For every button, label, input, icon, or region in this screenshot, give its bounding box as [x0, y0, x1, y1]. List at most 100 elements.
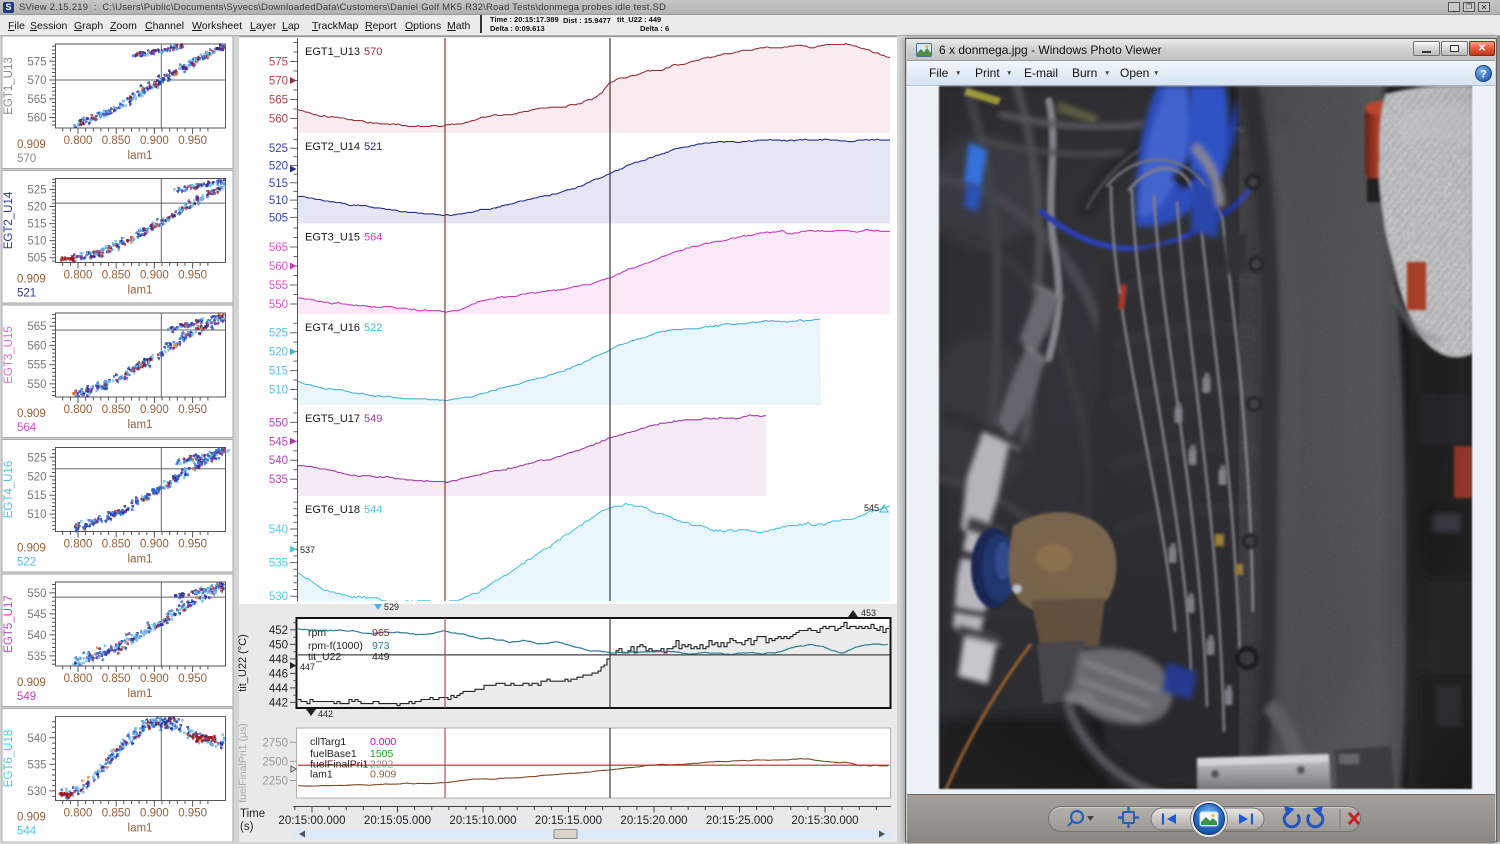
svg-text:505: 505: [269, 212, 288, 224]
svg-text:442: 442: [318, 709, 333, 719]
svg-text:535: 535: [269, 474, 288, 486]
svg-text:cllTarg1: cllTarg1: [310, 736, 346, 748]
svg-text:2750: 2750: [262, 737, 288, 749]
svg-text:529: 529: [384, 602, 399, 612]
svg-text:0.900: 0.900: [140, 135, 169, 147]
svg-text:565: 565: [269, 242, 288, 254]
svg-text:564: 564: [364, 232, 382, 244]
svg-text:525: 525: [269, 143, 288, 155]
svg-text:EGT2_U14: EGT2_U14: [305, 141, 360, 153]
svg-text:EGT4_U16: EGT4_U16: [305, 322, 360, 334]
svg-text:20:15:20.000: 20:15:20.000: [620, 815, 687, 827]
svg-text:560: 560: [27, 113, 46, 125]
svg-text:0.900: 0.900: [140, 270, 169, 282]
svg-text:537: 537: [300, 545, 315, 555]
svg-text:540: 540: [269, 524, 288, 536]
svg-text:tit_U22 (°C): tit_U22 (°C): [237, 634, 249, 692]
svg-text:20:15:00.000: 20:15:00.000: [278, 815, 345, 827]
svg-text:515: 515: [27, 490, 46, 502]
svg-text:0.909: 0.909: [17, 543, 46, 555]
svg-text:?: ?: [1480, 69, 1487, 81]
svg-text:515: 515: [269, 178, 288, 190]
svg-text:575: 575: [269, 57, 288, 69]
svg-text:0.909: 0.909: [17, 408, 46, 420]
svg-text:(s): (s): [240, 821, 254, 833]
svg-text:0.800: 0.800: [64, 539, 93, 551]
svg-text:560: 560: [269, 261, 288, 273]
svg-text:535: 535: [27, 759, 46, 771]
svg-text:505: 505: [27, 253, 46, 265]
svg-text:EGT4_U16: EGT4_U16: [3, 461, 15, 519]
svg-text:EGT3_U15: EGT3_U15: [305, 232, 360, 244]
svg-text:EGT1_U13: EGT1_U13: [3, 57, 15, 115]
svg-text:545: 545: [269, 436, 288, 448]
svg-text:0.800: 0.800: [64, 135, 93, 147]
svg-text:545: 545: [864, 503, 879, 513]
svg-text:0.950: 0.950: [178, 404, 207, 416]
svg-text:Time: Time: [240, 808, 265, 820]
svg-text:525: 525: [269, 328, 288, 340]
svg-text:530: 530: [27, 786, 46, 798]
svg-text:520: 520: [27, 202, 46, 214]
svg-text:0.909: 0.909: [17, 677, 46, 689]
svg-text:EGT6_U18: EGT6_U18: [305, 504, 360, 516]
svg-text:lam1: lam1: [128, 688, 153, 700]
svg-text:565: 565: [27, 94, 46, 106]
svg-text:564: 564: [17, 422, 37, 434]
svg-text:570: 570: [269, 76, 288, 88]
svg-text:540: 540: [269, 455, 288, 467]
svg-text:520: 520: [27, 471, 46, 483]
svg-text:550: 550: [27, 588, 46, 600]
svg-text:452: 452: [269, 625, 288, 637]
svg-text:530: 530: [269, 591, 288, 603]
svg-text:535: 535: [27, 651, 46, 663]
svg-text:570: 570: [364, 46, 382, 58]
svg-text:0.950: 0.950: [178, 539, 207, 551]
svg-text:20:15:05.000: 20:15:05.000: [364, 815, 431, 827]
svg-text:0.850: 0.850: [102, 404, 131, 416]
svg-text:515: 515: [269, 366, 288, 378]
svg-text:545: 545: [27, 609, 46, 621]
svg-text:lam1: lam1: [128, 554, 153, 566]
svg-text:510: 510: [269, 195, 288, 207]
svg-text:EGT3_U15: EGT3_U15: [3, 326, 15, 384]
svg-text:525: 525: [27, 184, 46, 196]
svg-text:0.850: 0.850: [102, 673, 131, 685]
svg-text:0.909: 0.909: [370, 769, 396, 781]
svg-text:0.850: 0.850: [102, 808, 131, 820]
svg-text:0.000: 0.000: [370, 736, 396, 748]
svg-text:570: 570: [27, 75, 46, 87]
svg-text:2250: 2250: [262, 776, 288, 788]
svg-text:555: 555: [27, 360, 46, 372]
svg-text:0.800: 0.800: [64, 673, 93, 685]
svg-text:0.850: 0.850: [102, 270, 131, 282]
svg-text:fuelFinalPri1 (µs): fuelFinalPri1 (µs): [237, 723, 249, 803]
svg-text:0.909: 0.909: [17, 812, 46, 824]
svg-text:447: 447: [300, 662, 315, 672]
svg-text:550: 550: [269, 417, 288, 429]
svg-text:540: 540: [27, 733, 46, 745]
svg-text:444: 444: [269, 683, 289, 695]
svg-text:lam1: lam1: [310, 769, 333, 781]
svg-text:0.950: 0.950: [178, 808, 207, 820]
svg-text:0.800: 0.800: [64, 808, 93, 820]
svg-text:525: 525: [27, 452, 46, 464]
svg-text:449: 449: [372, 651, 390, 663]
svg-text:544: 544: [17, 826, 37, 838]
svg-text:535: 535: [269, 558, 288, 570]
svg-text:lam1: lam1: [128, 823, 153, 835]
svg-text:EGT5_U17: EGT5_U17: [3, 595, 15, 653]
svg-text:EGT2_U14: EGT2_U14: [3, 191, 15, 249]
svg-text:EGT6_U18: EGT6_U18: [3, 730, 15, 788]
svg-text:0.800: 0.800: [64, 404, 93, 416]
svg-text:0.950: 0.950: [178, 135, 207, 147]
svg-text:0.909: 0.909: [17, 139, 46, 151]
svg-text:565: 565: [269, 95, 288, 107]
svg-text:560: 560: [269, 114, 288, 126]
svg-text:520: 520: [269, 347, 288, 359]
svg-text:0.900: 0.900: [140, 404, 169, 416]
svg-text:lam1: lam1: [128, 150, 153, 162]
svg-text:560: 560: [27, 340, 46, 352]
svg-text:EGT5_U17: EGT5_U17: [305, 413, 360, 425]
svg-text:0.900: 0.900: [140, 808, 169, 820]
